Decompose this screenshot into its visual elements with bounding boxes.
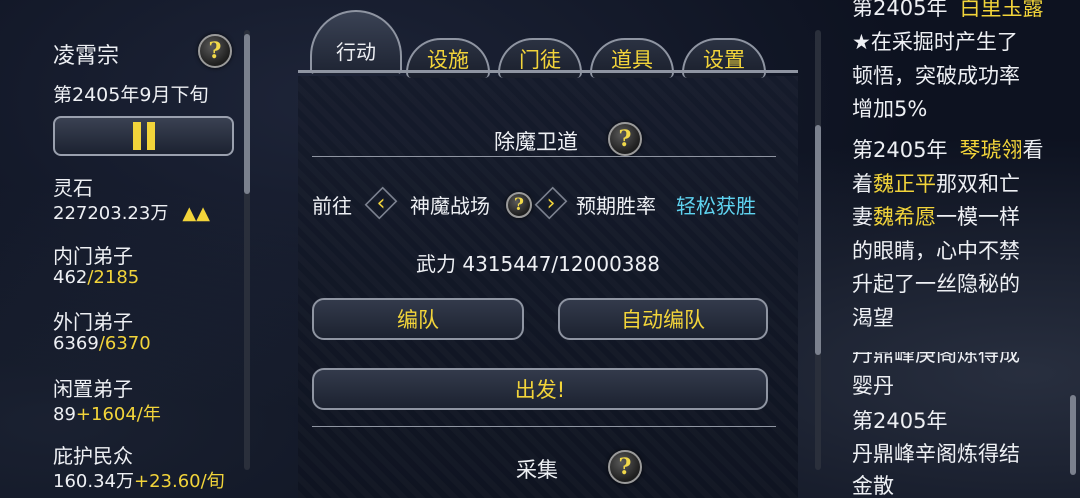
tab-divider	[298, 70, 798, 73]
trend-up-icon: ▲▲	[182, 203, 211, 224]
outer-disciples-value: 6369/6370	[53, 333, 151, 354]
location-help-icon[interactable]: ?	[506, 192, 532, 218]
outer-disciples-label: 外门弟子	[53, 310, 133, 334]
inner-disciples-label: 内门弟子	[53, 244, 133, 268]
inner-max: /2185	[87, 267, 140, 288]
log-line: 着魏正平那双和亡	[852, 168, 1020, 201]
log-line: 金散	[852, 474, 894, 498]
prev-location-arrow-icon[interactable]: ‹	[364, 181, 398, 225]
log-text: 着	[852, 172, 873, 196]
log-text: 看	[1022, 138, 1044, 162]
pause-button[interactable]	[53, 116, 234, 156]
log-text: 那双和亡	[936, 172, 1020, 196]
log-person: 琴琥翎	[959, 138, 1023, 162]
inner-disciples-value: 462/2185	[53, 267, 139, 288]
power-value: 4315447/12000388	[462, 252, 660, 276]
action-panel: 行动 设施 门徒 道具 设置 除魔卫道 ? 前往 ‹ 神魔战场 ? › 预期胜率…	[262, 0, 810, 498]
log-line: 婴丹	[852, 374, 894, 398]
log-line: 第2405年 白里玉露	[852, 0, 1043, 25]
log-text: 妻	[852, 205, 873, 229]
log-person: 魏希愿	[873, 205, 936, 229]
depart-button[interactable]: 出发!	[312, 368, 768, 410]
protect-rate: +23.60/旬	[133, 471, 225, 492]
spirit-stone-amount: 227203.23万	[53, 203, 169, 224]
idle-current: 89	[53, 404, 76, 425]
power-readout: 武力 4315447/12000388	[416, 248, 660, 277]
section-divider	[312, 426, 776, 427]
power-label: 武力	[416, 252, 456, 276]
log-person: 白里玉露	[959, 0, 1044, 20]
protected-people-label: 庇护民众	[53, 444, 133, 468]
pause-icon	[132, 122, 141, 150]
log-line: 升起了一丝隐秘的	[852, 272, 1020, 296]
log-line: 丹鼎峰辛阁炼得结	[852, 442, 1020, 466]
idle-disciples-value: 89+1604/年	[53, 400, 161, 426]
log-line: 妻魏希愿一模一样	[852, 201, 1020, 234]
spirit-stone-label: 灵石	[53, 176, 93, 200]
log-line: 第2405年 琴琥翎看	[852, 134, 1043, 167]
center-scroll-thumb[interactable]	[815, 125, 821, 355]
log-line: ★在采掘时产生了	[852, 30, 1018, 54]
gather-help-icon[interactable]: ?	[608, 450, 642, 484]
event-log: 第2405年 白里玉露 ★在采掘时产生了 顿悟，突破成功率 增加5% 第2405年…	[852, 0, 1080, 498]
expected-label: 预期胜率	[576, 194, 656, 218]
log-line: 第2405年	[852, 409, 948, 433]
section-title-gather: 采集	[516, 458, 558, 482]
location-name: 神魔战场	[410, 194, 490, 218]
log-year: 第2405年	[852, 0, 948, 20]
log-text: 一模一样	[936, 205, 1020, 229]
log-line: 增加5%	[852, 97, 928, 121]
outer-current: 6369	[53, 333, 99, 354]
expected-value: 轻松获胜	[676, 194, 756, 218]
idle-rate: +1604/年	[75, 404, 161, 425]
log-person: 魏正平	[873, 172, 936, 196]
log-line: 渴望	[852, 306, 894, 330]
right-scroll-thumb[interactable]	[1070, 395, 1076, 475]
log-line: 丹鼎峰庚阁炼得成	[852, 342, 1020, 366]
spirit-stone-value: 227203.23万 ▲▲	[53, 199, 210, 225]
outer-max: /6370	[98, 333, 151, 354]
left-scrollbar[interactable]	[244, 30, 250, 470]
auto-team-button[interactable]: 自动编队	[558, 298, 768, 340]
inner-current: 462	[53, 267, 88, 288]
center-scrollbar[interactable]	[815, 30, 821, 470]
demon-help-icon[interactable]: ?	[608, 122, 642, 156]
sect-status-panel: 凌霄宗 ? 第2405年9月下旬 灵石 227203.23万 ▲▲ 内门弟子 46…	[0, 0, 250, 498]
sect-name: 凌霄宗	[53, 44, 120, 69]
next-location-arrow-icon[interactable]: ›	[534, 181, 568, 225]
pause-icon	[146, 122, 155, 150]
idle-disciples-label: 闲置弟子	[53, 377, 133, 401]
log-line: 的眼睛，心中不禁	[852, 239, 1020, 263]
team-button[interactable]: 编队	[312, 298, 524, 340]
sect-help-icon[interactable]: ?	[198, 34, 232, 68]
left-scroll-thumb[interactable]	[244, 34, 250, 194]
log-year: 第2405年	[852, 138, 948, 162]
section-title-demon: 除魔卫道	[494, 130, 578, 154]
goto-label: 前往	[312, 194, 352, 218]
tab-action[interactable]: 行动	[310, 10, 402, 74]
section-divider	[312, 156, 776, 157]
game-date: 第2405年9月下旬	[53, 84, 209, 106]
log-line: 顿悟，突破成功率	[852, 64, 1020, 88]
protected-people-value: 160.34万+23.60/旬	[53, 467, 225, 493]
protect-value: 160.34万	[53, 471, 134, 492]
tab-bar: 行动 设施 门徒 道具 设置	[298, 8, 798, 78]
